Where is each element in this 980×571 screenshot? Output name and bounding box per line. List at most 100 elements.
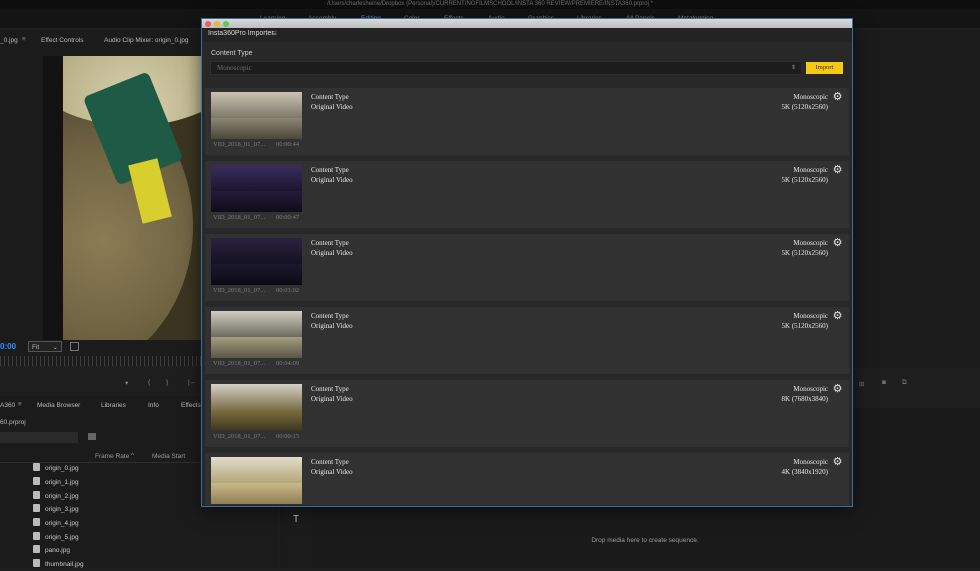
- transport-controls: ▾ { } |←: [0, 376, 201, 392]
- file-name: origin_5.jpg: [45, 534, 79, 541]
- tab-effects[interactable]: Effects: [181, 402, 201, 409]
- clip-mode: Monoscopic: [793, 166, 828, 174]
- file-name: origin_0.jpg: [45, 465, 79, 472]
- timecode-display[interactable]: 0:00: [0, 342, 16, 351]
- marker-icon[interactable]: ▾: [125, 379, 128, 387]
- list-item[interactable]: origin_0.jpg: [33, 463, 79, 475]
- clip-thumbnail[interactable]: [211, 457, 302, 504]
- clip-row[interactable]: VID_2018_01_07... 00:01:02 Content Type Ori…: [205, 234, 849, 301]
- zoom-window-button[interactable]: [223, 20, 229, 27]
- gear-icon[interactable]: ⚙: [832, 457, 843, 468]
- file-name: origin_3.jpg: [45, 506, 79, 513]
- clip-filename: VID_2018_01_07...: [213, 433, 266, 440]
- column-frame-rate[interactable]: Frame Rate: [95, 453, 129, 460]
- close-window-button[interactable]: [205, 20, 211, 27]
- clip-row[interactable]: VID_2018_01_07... 00:00:15 Content Type Ori…: [205, 380, 849, 447]
- clip-resolution: 8K (7680x3840): [781, 395, 828, 403]
- dialog-titlebar[interactable]: [202, 19, 852, 28]
- clip-mode: Monoscopic: [793, 312, 828, 320]
- clip-thumbnail[interactable]: [211, 165, 302, 212]
- mark-in-icon[interactable]: {: [148, 379, 150, 386]
- button-editor-icon[interactable]: ⊞: [859, 380, 864, 388]
- image-file-icon: [33, 463, 40, 471]
- list-item[interactable]: origin_4.jpg: [33, 518, 79, 530]
- list-item[interactable]: origin_2.jpg: [33, 491, 79, 503]
- image-file-icon: [33, 518, 40, 526]
- export-frame-icon[interactable]: ⧉: [902, 379, 907, 387]
- tools-panel: T: [284, 500, 312, 568]
- clip-row[interactable]: VID_2018_01_07... 00:00:44 Content Type Ori…: [205, 88, 849, 155]
- image-file-icon: [33, 477, 40, 485]
- list-item[interactable]: pano.jpg: [33, 545, 70, 557]
- tab-info[interactable]: Info: [148, 402, 159, 409]
- new-bin-icon[interactable]: [88, 433, 96, 440]
- select-arrows-icon: ⇕: [790, 65, 796, 71]
- clip-thumbnail[interactable]: [211, 238, 302, 285]
- gear-icon[interactable]: ⚙: [832, 311, 843, 322]
- clip-mode: Monoscopic: [793, 93, 828, 101]
- clip-row[interactable]: VID_2018_01_07... 00:00:47 Content Type Ori…: [205, 161, 849, 228]
- list-item[interactable]: origin_3.jpg: [33, 504, 79, 516]
- clip-content-type: Content Type: [311, 239, 349, 247]
- image-file-icon: [33, 532, 40, 540]
- clip-filename: VID_2018_01_07...: [213, 214, 266, 221]
- clip-resolution: 5K (5120x2560): [781, 176, 828, 184]
- tab-effect-controls[interactable]: Effect Controls: [41, 37, 84, 44]
- clip-resolution: 5K (5120x2560): [781, 322, 828, 330]
- minimize-window-button[interactable]: [214, 20, 220, 27]
- column-media-start[interactable]: Media Start: [152, 453, 185, 460]
- go-to-in-icon[interactable]: |←: [188, 379, 196, 386]
- clip-row[interactable]: Content Type Original Video Monoscopic 4K (…: [205, 453, 849, 505]
- time-ruler[interactable]: [0, 356, 201, 366]
- program-monitor-panel: ⊞ ◙ ⧉: [852, 30, 980, 388]
- camera-icon[interactable]: ◙: [882, 379, 886, 386]
- chevron-down-icon: ⌄: [52, 344, 58, 351]
- gear-icon[interactable]: ⚙: [832, 384, 843, 395]
- insta360-importer-dialog: Insta360Pro Importer ≡ Content Type Mono…: [202, 19, 852, 506]
- tab-media-browser[interactable]: Media Browser: [37, 402, 80, 409]
- mark-out-icon[interactable]: }: [166, 379, 168, 386]
- clip-content-type: Content Type: [311, 458, 349, 466]
- list-item[interactable]: thumbnail.jpg: [33, 559, 84, 571]
- content-type-select[interactable]: Monoscopic ⇕: [210, 61, 802, 75]
- tab-source[interactable]: _0.jpg: [0, 37, 18, 44]
- menu-icon[interactable]: ≡: [18, 401, 22, 408]
- clip-thumbnail[interactable]: [211, 92, 302, 139]
- source-preview-image: [43, 56, 201, 340]
- image-file-icon: [33, 491, 40, 499]
- project-search-input[interactable]: [0, 432, 78, 443]
- app-title-bar: /Users/charlesheine/Dropbox (Personal)/C…: [0, 0, 980, 9]
- clip-row[interactable]: VID_2018_01_07... 00:04:09 Content Type Ori…: [205, 307, 849, 374]
- clip-duration: 00:01:02: [276, 287, 300, 294]
- type-tool-icon[interactable]: T: [293, 514, 299, 525]
- fit-dropdown[interactable]: Fit ⌄: [28, 341, 62, 352]
- list-item[interactable]: origin_5.jpg: [33, 532, 79, 544]
- dialog-panel-header: Insta360Pro Importer ≡: [202, 28, 852, 42]
- clip-content-type: Content Type: [311, 166, 349, 174]
- gear-icon[interactable]: ⚙: [832, 92, 843, 103]
- sort-up-icon[interactable]: ^: [131, 452, 134, 459]
- clip-duration: 00:04:09: [276, 360, 300, 367]
- menu-icon[interactable]: ≡: [272, 29, 277, 38]
- image-file-icon: [33, 504, 40, 512]
- tab-audio-clip-mixer[interactable]: Audio Clip Mixer: origin_0.jpg: [104, 37, 189, 44]
- gear-icon[interactable]: ⚙: [832, 238, 843, 249]
- clip-mode: Monoscopic: [793, 458, 828, 466]
- settings-icon[interactable]: [70, 342, 79, 351]
- tab-project[interactable]: A360: [0, 402, 15, 409]
- list-item[interactable]: origin_1.jpg: [33, 477, 79, 489]
- file-name: pano.jpg: [45, 547, 70, 554]
- clip-thumbnail[interactable]: [211, 311, 302, 358]
- clip-video-type: Original Video: [311, 322, 353, 330]
- import-button[interactable]: Import: [806, 62, 843, 74]
- dialog-title: Insta360Pro Importer: [208, 30, 274, 37]
- file-name: origin_1.jpg: [45, 479, 79, 486]
- clip-filename: VID_2018_01_07...: [213, 287, 266, 294]
- clip-mode: Monoscopic: [793, 385, 828, 393]
- gear-icon[interactable]: ⚙: [832, 165, 843, 176]
- menu-icon[interactable]: ≡: [22, 36, 26, 43]
- clip-video-type: Original Video: [311, 103, 353, 111]
- clip-thumbnail[interactable]: [211, 384, 302, 431]
- tab-libraries[interactable]: Libraries: [101, 402, 126, 409]
- clip-video-type: Original Video: [311, 395, 353, 403]
